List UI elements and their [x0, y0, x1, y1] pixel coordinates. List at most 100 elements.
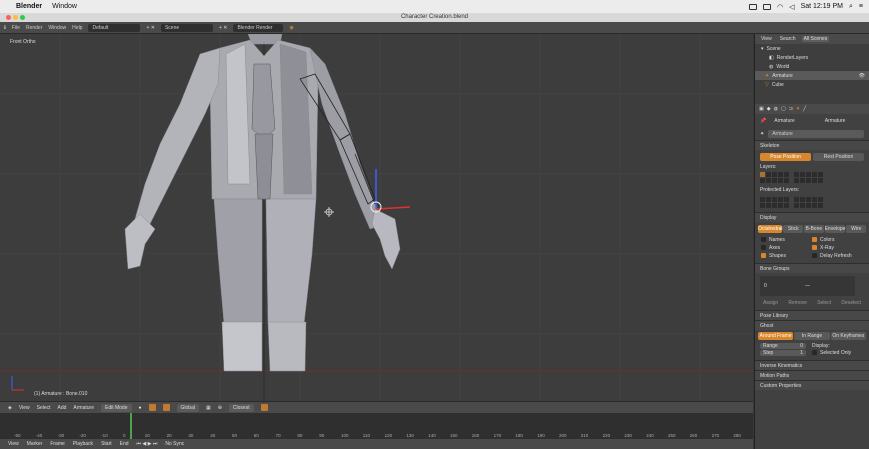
menu-armature[interactable]: Armature — [73, 405, 94, 411]
add-scene-icon[interactable]: + ✕ — [219, 25, 228, 31]
ghost-step-field[interactable]: Step 1 — [760, 350, 806, 356]
list-grip[interactable]: — — [805, 283, 810, 289]
app-menu[interactable]: Blender — [16, 3, 42, 10]
armature-name-field[interactable]: Armature — [768, 130, 864, 138]
layer-grid[interactable] — [755, 170, 869, 185]
outliner-view-tab[interactable]: View — [759, 36, 774, 42]
add-layout-icon[interactable]: + ✕ — [146, 25, 155, 31]
outliner-search-tab[interactable]: Search — [778, 36, 798, 42]
bone-tab-icon[interactable]: ╱ — [803, 106, 806, 112]
outliner-row-world[interactable]: ◍ World — [755, 62, 869, 71]
remove-button[interactable]: Remove — [788, 300, 807, 306]
end-field[interactable]: End — [120, 441, 129, 447]
opt-selected-only[interactable]: Selected Only — [812, 350, 864, 356]
display-envelope[interactable]: Envelope — [824, 225, 846, 233]
display-panel-header[interactable]: Display — [755, 212, 869, 222]
menu-icon[interactable]: ≡ — [859, 3, 863, 10]
bone-groups-panel-header[interactable]: Bone Groups — [755, 263, 869, 273]
3d-cursor-icon[interactable] — [324, 207, 334, 217]
opt-colors[interactable]: Colors — [812, 237, 863, 243]
checkbox[interactable] — [812, 253, 817, 259]
outliner-row-cube[interactable]: ▽ Cube — [755, 80, 869, 89]
mode-select[interactable]: Edit Mode — [100, 403, 132, 412]
display-octahedral[interactable]: Octahedral — [758, 225, 783, 233]
play-controls[interactable]: ⏮ ◀ ▶ ⏭ — [137, 441, 158, 447]
start-field[interactable]: Start — [101, 441, 112, 447]
menu-tl-view[interactable]: View — [8, 441, 19, 447]
outliner-scenes-tab[interactable]: All Scenes — [801, 36, 830, 42]
deselect-button[interactable]: Deselect — [841, 300, 860, 306]
motion-paths-panel-header[interactable]: Motion Paths — [755, 370, 869, 380]
wifi-icon[interactable]: ◠ — [777, 3, 783, 11]
pivot-icon[interactable] — [148, 404, 156, 411]
scene-select[interactable]: Scene — [160, 23, 213, 32]
opt-shapes[interactable]: Shapes — [761, 253, 812, 259]
menu-playback[interactable]: Playback — [73, 441, 93, 447]
ghost-in-range[interactable]: In Range — [794, 332, 830, 340]
rest-position-button[interactable]: Rest Position — [813, 153, 864, 161]
minimize-button[interactable] — [13, 15, 18, 20]
scene-tab-icon[interactable]: ◆ — [767, 106, 771, 112]
checkbox[interactable] — [812, 350, 817, 356]
menu-add[interactable]: Add — [58, 405, 67, 411]
world-tab-icon[interactable]: ◍ — [774, 106, 778, 112]
constraints-tab-icon[interactable]: ⊐ — [789, 106, 793, 112]
menu-window[interactable]: Window — [48, 25, 66, 31]
battery-icon[interactable] — [763, 3, 772, 10]
sync-select[interactable]: No Sync — [165, 441, 184, 447]
outliner-row-renderlayers[interactable]: ◧ RenderLayers — [755, 53, 869, 62]
shading-icon[interactable]: ● — [139, 405, 142, 411]
opt-axes[interactable]: Axes — [761, 245, 812, 251]
menu-help[interactable]: Help — [72, 25, 82, 31]
display-stick[interactable]: Stick — [783, 225, 804, 233]
skeleton-panel-header[interactable]: Skeleton — [755, 140, 869, 150]
ghost-range-field[interactable]: Range 0 — [760, 343, 806, 349]
outliner-row-scene[interactable]: ▾ Scene — [755, 44, 869, 53]
custom-props-panel-header[interactable]: Custom Properties — [755, 380, 869, 390]
layout-select[interactable]: Default — [88, 23, 141, 32]
status-icon[interactable] — [749, 3, 758, 10]
checkbox[interactable] — [761, 237, 766, 243]
opt-delay-refresh[interactable]: Delay Refresh — [812, 253, 863, 259]
snap-icon[interactable]: ⊕ — [218, 405, 222, 411]
ghost-on-keyframes[interactable]: On Keyframes — [830, 332, 866, 340]
pin-icon[interactable]: 📌 — [760, 118, 766, 124]
select-button[interactable]: Select — [817, 300, 831, 306]
manipulator-icon[interactable] — [162, 404, 170, 411]
ghost-around-frame[interactable]: Around Frame — [758, 332, 794, 340]
character-mesh[interactable] — [124, 34, 401, 372]
engine-select[interactable]: Blender Render — [233, 23, 284, 32]
menu-file[interactable]: File — [12, 25, 20, 31]
volume-icon[interactable]: ◁ — [789, 3, 794, 11]
checkbox[interactable] — [812, 237, 817, 243]
close-button[interactable] — [6, 15, 11, 20]
menu-view[interactable]: View — [19, 405, 30, 411]
checkbox[interactable] — [761, 245, 766, 251]
zoom-button[interactable] — [20, 15, 25, 20]
current-frame-indicator[interactable] — [130, 413, 132, 439]
render-icon[interactable] — [260, 404, 268, 411]
ghost-panel-header[interactable]: Ghost — [755, 320, 869, 330]
object-tab-icon[interactable]: ▢ — [781, 106, 786, 112]
editor-type-icon[interactable]: ◈ — [8, 405, 12, 411]
window-menu[interactable]: Window — [52, 3, 77, 10]
pose-library-panel-header[interactable]: Pose Library — [755, 310, 869, 320]
display-wire[interactable]: Wire — [846, 225, 867, 233]
pose-position-button[interactable]: Pose Position — [760, 153, 811, 161]
layers-icon[interactable]: ▦ — [206, 405, 211, 411]
3d-viewport[interactable]: Front Ortho (1) Armature : Bone.010 — [0, 34, 753, 401]
bone-groups-list[interactable]: 0 — — [760, 276, 855, 296]
clock[interactable]: Sat 12:19 PM — [801, 3, 843, 10]
viewport-canvas[interactable] — [0, 34, 753, 401]
search-icon[interactable]: ⌕ — [849, 3, 853, 11]
visibility-icon[interactable]: 👁 — [859, 73, 865, 79]
opt-xray[interactable]: X-Ray — [812, 245, 863, 251]
assign-button[interactable]: Assign — [763, 300, 778, 306]
menu-render[interactable]: Render — [26, 25, 42, 31]
display-bbone[interactable]: B-Bone — [804, 225, 824, 233]
menu-select[interactable]: Select — [37, 405, 51, 411]
snap-select[interactable]: Closest — [228, 403, 254, 412]
protected-layer-grid[interactable] — [755, 195, 869, 210]
menu-frame[interactable]: Frame — [50, 441, 64, 447]
checkbox[interactable] — [761, 253, 766, 259]
